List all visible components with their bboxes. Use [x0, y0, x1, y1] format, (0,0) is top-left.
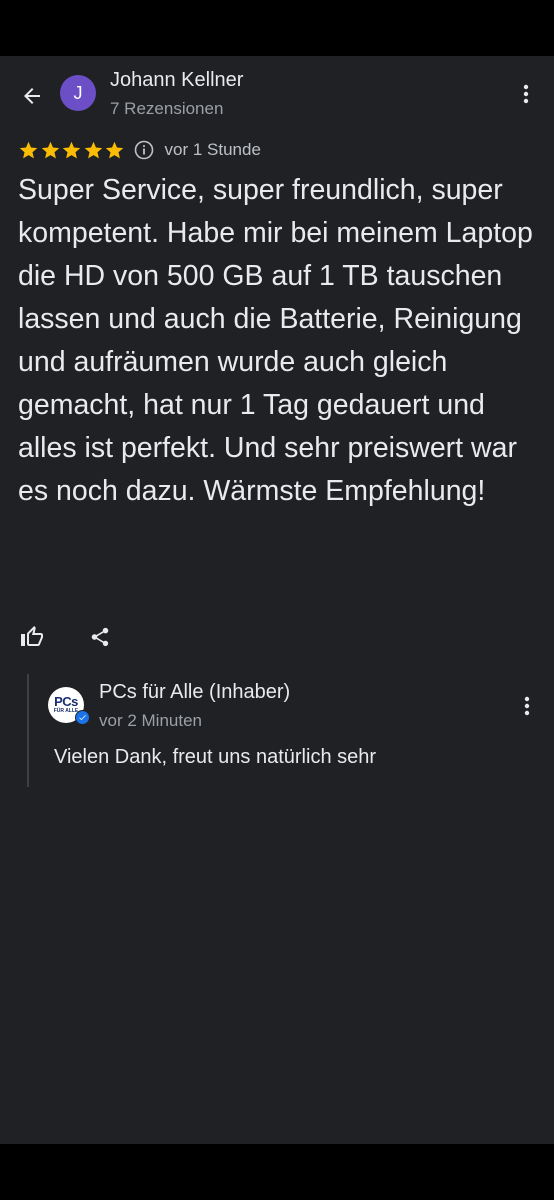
author-review-count[interactable]: 7 Rezensionen: [110, 99, 223, 119]
share-icon: [91, 627, 109, 647]
owner-reply-text: Vielen Dank, freut uns natürlich sehr: [54, 746, 377, 768]
like-button[interactable]: [16, 622, 48, 652]
share-button[interactable]: [84, 622, 116, 652]
more-options-button[interactable]: [514, 80, 538, 108]
back-button[interactable]: [14, 78, 50, 114]
owner-name: PCs für Alle (Inhaber): [99, 681, 291, 703]
thumb-up-outline-icon: [21, 626, 43, 646]
more-vert-icon: [524, 696, 530, 716]
star-icon: [62, 141, 81, 158]
arrow-back-icon: [24, 88, 40, 104]
star-icon: [84, 141, 102, 158]
review-time: vor 1 Stunde: [164, 140, 261, 159]
owner-logo-text: PCs: [54, 694, 78, 709]
rating-row: vor 1 Stunde: [18, 138, 261, 162]
author-initial: J: [73, 82, 83, 103]
star-icon: [19, 141, 38, 158]
author-avatar[interactable]: J: [60, 75, 96, 111]
owner-reply: PCs FÜR ALLE PCs für Alle (Inhaber) vor …: [27, 674, 539, 787]
star-rating: [18, 140, 126, 161]
star-icon: [41, 141, 59, 158]
verified-badge: [75, 710, 90, 725]
more-vert-icon: [523, 84, 529, 104]
review-header: J Johann Kellner 7 Rezensionen: [0, 56, 554, 140]
review-text: Super Service, super freundlich, super k…: [18, 174, 533, 507]
author-name[interactable]: Johann Kellner: [110, 69, 243, 92]
check-icon: [79, 715, 86, 721]
info-button[interactable]: [134, 140, 154, 160]
owner-more-options-button[interactable]: [515, 692, 539, 720]
star-icon: [105, 141, 124, 158]
owner-logo-subtext: FÜR ALLE: [53, 708, 79, 714]
review-detail-screen: J Johann Kellner 7 Rezensionen vor 1 Stu…: [0, 56, 554, 1144]
owner-reply-time: vor 2 Minuten: [99, 711, 202, 730]
review-actions: [16, 622, 116, 652]
info-icon: [134, 140, 153, 160]
